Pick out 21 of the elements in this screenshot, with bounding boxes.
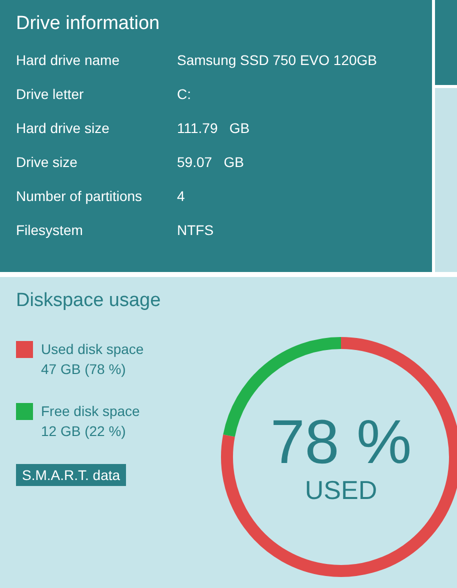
field-value: 59.07 GB xyxy=(177,153,244,172)
field-value: Samsung SSD 750 EVO 120GB xyxy=(177,51,377,70)
panel-title: Drive information xyxy=(16,12,161,36)
legend-label: Free disk space xyxy=(41,402,140,421)
legend-detail: 47 GB (78 %) xyxy=(41,360,127,379)
field-label: Hard drive name xyxy=(16,51,120,70)
field-label: Filesystem xyxy=(16,221,84,240)
legend-detail: 12 GB (22 %) xyxy=(41,422,127,441)
field-label: Hard drive size xyxy=(16,119,110,138)
field-value: 4 xyxy=(177,187,185,206)
used-caption: USED xyxy=(304,476,378,504)
field-value: 111.79 GB xyxy=(177,119,250,138)
field-label: Drive size xyxy=(16,153,78,172)
field-value: NTFS xyxy=(177,221,214,240)
smart-data-button[interactable]: S.M.A.R.T. data xyxy=(16,464,126,486)
field-label: Number of partitions xyxy=(16,187,144,206)
field-label: Drive letter xyxy=(16,85,85,104)
field-value: C: xyxy=(177,85,191,104)
panel-title: Diskspace usage xyxy=(16,289,162,313)
percent-used: 78 % xyxy=(270,410,412,476)
legend-label: Used disk space xyxy=(41,340,144,359)
